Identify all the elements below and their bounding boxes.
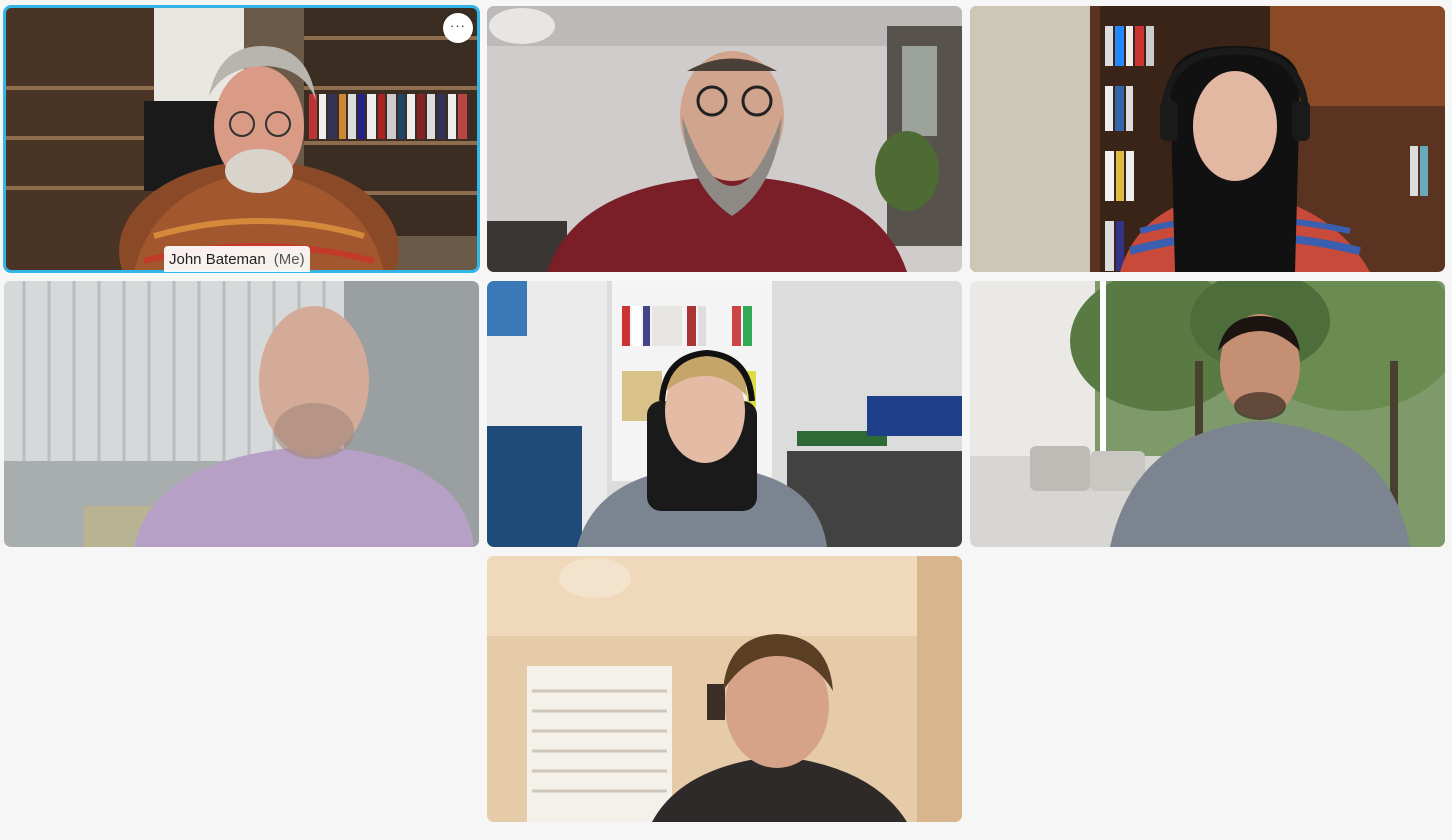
participant-name: John Bateman [169,251,266,268]
participant-video-4 [4,281,479,547]
more-options-button[interactable]: ··· [443,13,473,43]
participant-tile-3[interactable] [970,6,1445,272]
self-indicator: (Me) [273,251,305,268]
video-gallery: John Bateman (Me) ··· [0,0,1452,840]
participant-video-3 [970,6,1445,272]
participant-video-6 [970,281,1445,547]
participant-tile-7[interactable] [487,556,962,822]
participant-name-tag: John Bateman (Me) [164,246,310,272]
participant-tile-4[interactable] [4,281,479,547]
participant-tile-6[interactable] [970,281,1445,547]
more-options-icon: ··· [450,18,466,33]
participant-tile-5[interactable] [487,281,962,547]
participant-tile-self[interactable]: John Bateman (Me) ··· [3,5,480,273]
participant-video-2 [487,6,962,272]
participant-video-5 [487,281,962,547]
participant-video-self [4,6,479,272]
participant-tile-2[interactable] [487,6,962,272]
participant-video-7 [487,556,962,822]
